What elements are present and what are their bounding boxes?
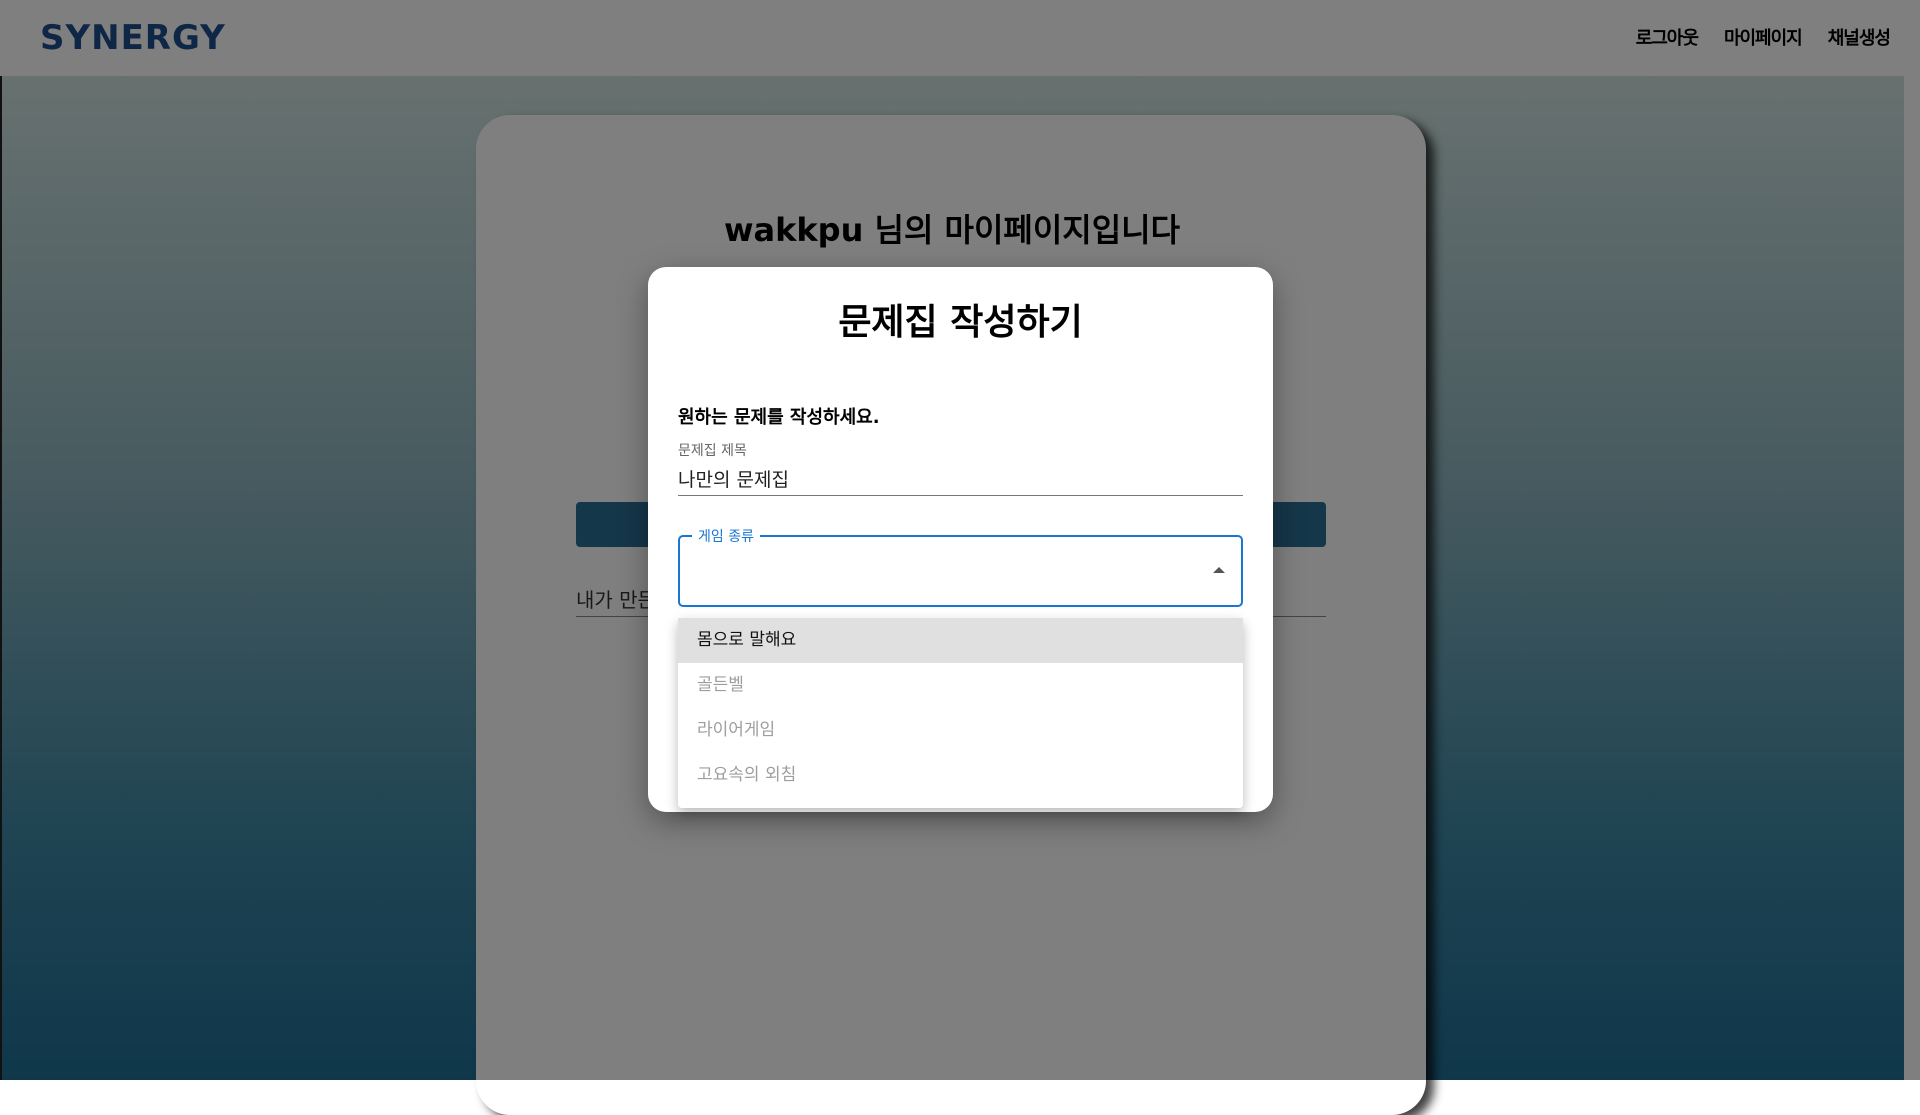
modal-title: 문제집 작성하기 xyxy=(838,302,1083,343)
workbook-title-label: 문제집 제목 xyxy=(678,443,747,459)
game-type-option[interactable]: 골든벨 xyxy=(678,663,1243,708)
game-type-option[interactable]: 고요속의 외침 xyxy=(678,753,1243,798)
caret-up-icon[interactable] xyxy=(1213,567,1225,573)
modal-instruction: 원하는 문제를 작성하세요. xyxy=(678,407,880,428)
game-type-label: 게임 종류 xyxy=(692,526,760,546)
game-type-dropdown-menu: 몸으로 말해요 골든벨 라이어게임 고요속의 외침 xyxy=(678,618,1243,808)
game-type-option[interactable]: 라이어게임 xyxy=(678,708,1243,753)
game-type-option[interactable]: 몸으로 말해요 xyxy=(678,618,1243,663)
workbook-title-input[interactable] xyxy=(678,461,1243,496)
game-type-select[interactable]: 게임 종류 xyxy=(678,526,1243,607)
